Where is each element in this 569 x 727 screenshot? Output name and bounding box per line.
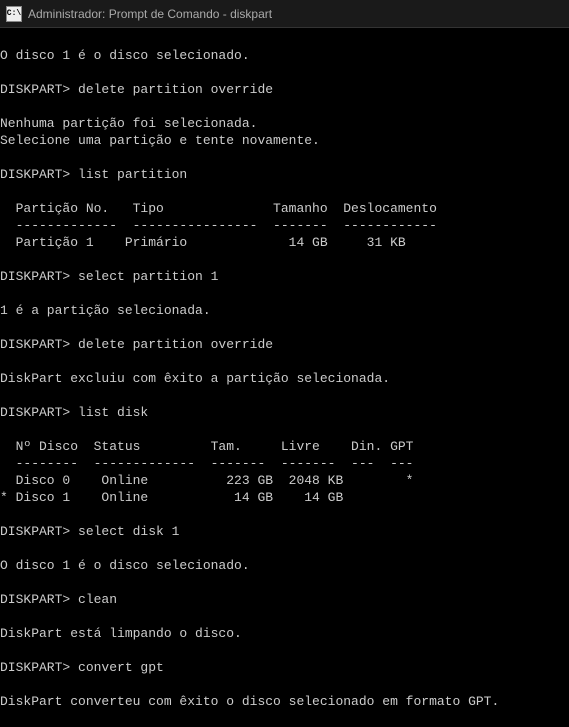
terminal-line (0, 506, 569, 523)
terminal-line (0, 149, 569, 166)
terminal-line: Nº Disco Status Tam. Livre Din. GPT (0, 438, 569, 455)
terminal-line (0, 421, 569, 438)
terminal-line (0, 64, 569, 81)
terminal-line: Partição 1 Primário 14 GB 31 KB (0, 234, 569, 251)
terminal-line (0, 540, 569, 557)
terminal-line: ------------- ---------------- ------- -… (0, 217, 569, 234)
terminal-line (0, 353, 569, 370)
terminal-line (0, 608, 569, 625)
terminal-line (0, 251, 569, 268)
terminal-line: Partição No. Tipo Tamanho Deslocamento (0, 200, 569, 217)
terminal-line: DISKPART> select partition 1 (0, 268, 569, 285)
terminal-line: 1 é a partição selecionada. (0, 302, 569, 319)
terminal-line: -------- ------------- ------- ------- -… (0, 455, 569, 472)
terminal-line (0, 387, 569, 404)
terminal-line (0, 710, 569, 727)
terminal-line: DiskPart excluiu com êxito a partição se… (0, 370, 569, 387)
terminal-line (0, 183, 569, 200)
terminal-line: O disco 1 é o disco selecionado. (0, 557, 569, 574)
terminal-line: DISKPART> list disk (0, 404, 569, 421)
terminal-line: DISKPART> delete partition override (0, 81, 569, 98)
terminal-line: DISKPART> clean (0, 591, 569, 608)
terminal-line (0, 30, 569, 47)
window-titlebar[interactable]: C:\ Administrador: Prompt de Comando - d… (0, 0, 569, 28)
terminal-line (0, 319, 569, 336)
cmd-icon: C:\ (6, 6, 22, 22)
terminal-line: DISKPART> select disk 1 (0, 523, 569, 540)
terminal-line (0, 574, 569, 591)
terminal-line: DISKPART> convert gpt (0, 659, 569, 676)
terminal-line: Disco 0 Online 223 GB 2048 KB * (0, 472, 569, 489)
terminal-line: DiskPart converteu com êxito o disco sel… (0, 693, 569, 710)
terminal-line: Nenhuma partição foi selecionada. (0, 115, 569, 132)
terminal-line: Selecione uma partição e tente novamente… (0, 132, 569, 149)
window-title: Administrador: Prompt de Comando - diskp… (28, 7, 272, 21)
terminal-line: O disco 1 é o disco selecionado. (0, 47, 569, 64)
terminal-line: DiskPart está limpando o disco. (0, 625, 569, 642)
terminal-line: DISKPART> list partition (0, 166, 569, 183)
terminal-line: DISKPART> delete partition override (0, 336, 569, 353)
terminal-line (0, 98, 569, 115)
terminal-line (0, 642, 569, 659)
terminal-line (0, 285, 569, 302)
terminal-output[interactable]: O disco 1 é o disco selecionado. DISKPAR… (0, 28, 569, 727)
terminal-line: * Disco 1 Online 14 GB 14 GB (0, 489, 569, 506)
